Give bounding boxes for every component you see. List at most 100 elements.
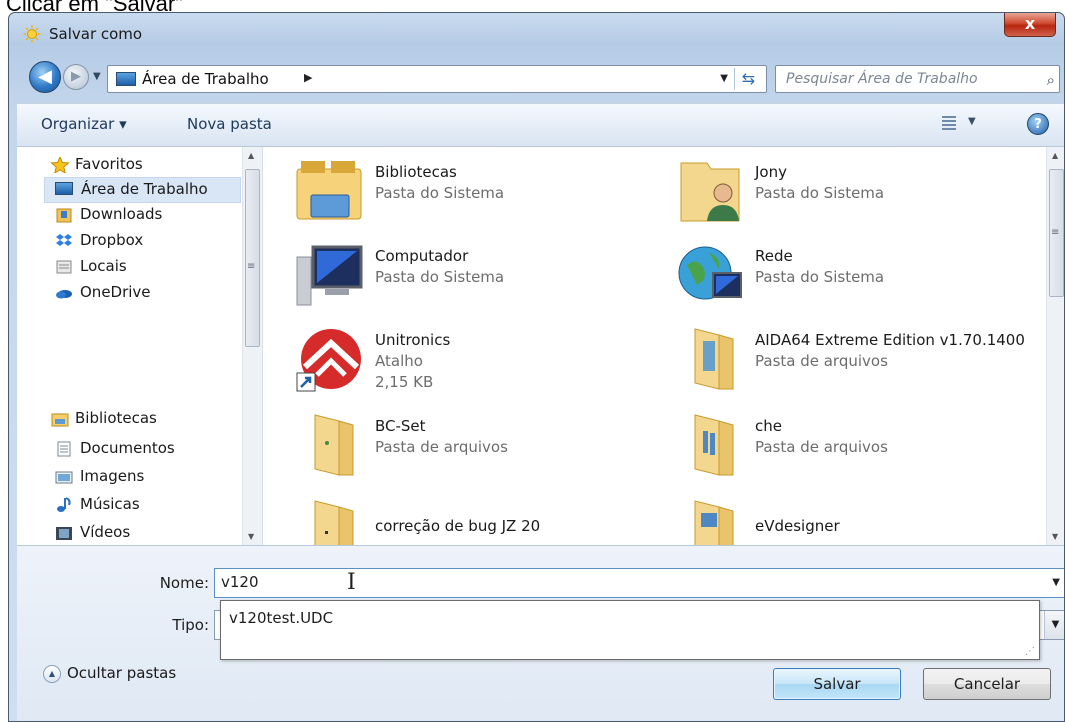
help-button[interactable]: ?	[1027, 113, 1049, 135]
help-icon: ?	[1034, 117, 1042, 132]
star-icon	[51, 157, 69, 173]
breadcrumb-arrow-icon[interactable]: ▶	[304, 71, 312, 84]
scrollbar-thumb[interactable]	[245, 169, 260, 347]
documents-icon	[57, 441, 71, 457]
sidebar-item-documentos[interactable]: Documentos	[17, 437, 239, 463]
resize-grip-icon[interactable]: ⋰	[1025, 646, 1035, 657]
file-item-unitronics[interactable]: Unitronics Atalho 2,15 KB	[265, 323, 655, 409]
forward-button[interactable]: ▶	[63, 64, 89, 90]
close-button[interactable]: x	[1004, 13, 1056, 37]
sidebar-item-label: Imagens	[80, 467, 145, 485]
back-button[interactable]: ◀	[29, 61, 61, 93]
sidebar-item-locais[interactable]: Locais	[17, 255, 239, 281]
hide-folders-toggle[interactable]: ▲ Ocultar pastas	[43, 664, 176, 683]
file-type: Pasta do Sistema	[375, 268, 505, 286]
navigation-pane: Favoritos Área de Trabalho Downloads Dro…	[17, 147, 263, 545]
sidebar-item-label: Bibliotecas	[75, 409, 157, 427]
file-item-computador[interactable]: Computador Pasta do Sistema	[265, 239, 655, 319]
images-icon	[55, 471, 73, 484]
cancel-button[interactable]: Cancelar	[923, 668, 1051, 700]
libraries-icon	[51, 413, 69, 427]
folder-icon	[694, 414, 734, 476]
save-button[interactable]: Salvar	[773, 668, 901, 700]
address-text[interactable]: Área de Trabalho	[142, 70, 269, 88]
chevron-up-icon: ▲	[43, 664, 61, 683]
change-view-button[interactable]: ▼	[942, 114, 986, 136]
organize-menu[interactable]: Organizar ▾	[41, 115, 127, 133]
autocomplete-dropdown: v120test.UDC ⋰	[220, 600, 1040, 660]
file-name: AIDA64 Extreme Edition v1.70.1400	[755, 331, 1025, 349]
libraries-folder-icon	[296, 161, 362, 220]
file-name-field[interactable]: v120 ▼	[214, 568, 1064, 598]
scroll-grip-icon: ≡	[247, 261, 256, 272]
address-bar[interactable]: Área de Trabalho ▶ ▼ ⇆	[107, 65, 767, 93]
new-folder-button[interactable]: Nova pasta	[187, 115, 272, 133]
sidebar-item-musicas[interactable]: Músicas	[17, 493, 239, 519]
address-dropdown-icon[interactable]: ▼	[720, 73, 728, 84]
onedrive-icon	[56, 290, 72, 299]
music-icon	[57, 497, 71, 512]
sidebar-item-imagens[interactable]: Imagens	[17, 465, 239, 491]
sidebar-item-label: Locais	[80, 257, 127, 275]
dropbox-icon	[56, 234, 72, 246]
forward-arrow-icon: ▶	[71, 69, 81, 84]
sidebar-item-favoritos[interactable]: Favoritos	[17, 153, 239, 179]
file-item-bibliotecas[interactable]: Bibliotecas Pasta do Sistema	[265, 155, 655, 235]
file-item-rede[interactable]: Rede Pasta do Sistema	[645, 239, 1035, 319]
file-name-dropdown-icon[interactable]: ▼	[1052, 577, 1060, 588]
scroll-down-icon[interactable]: ▼	[1052, 532, 1058, 541]
file-item-bc-set[interactable]: BC-Set Pasta de arquivos	[265, 409, 655, 489]
file-item-aida64[interactable]: AIDA64 Extreme Edition v1.70.1400 Pasta …	[645, 323, 1035, 403]
hide-folders-label: Ocultar pastas	[67, 664, 177, 682]
view-options-icon	[942, 116, 956, 130]
scroll-up-icon[interactable]: ▲	[1052, 151, 1058, 160]
sidebar-item-dropbox[interactable]: Dropbox	[17, 229, 239, 255]
view-dropdown-icon[interactable]: ▼	[968, 116, 976, 127]
title-bar[interactable]: Salvar como x	[9, 13, 1064, 55]
file-list: Bibliotecas Pasta do Sistema Jony Pasta …	[265, 147, 1064, 545]
scroll-down-icon[interactable]: ▼	[248, 532, 254, 541]
sidebar-item-label: Vídeos	[80, 523, 131, 541]
sidebar-item-bibliotecas[interactable]: Bibliotecas	[17, 407, 239, 433]
file-size: 2,15 KB	[375, 373, 434, 391]
file-name: eVdesigner	[755, 517, 840, 535]
file-type-dropdown-icon[interactable]: ▼	[1044, 611, 1064, 639]
file-type: Pasta do Sistema	[755, 184, 885, 202]
refresh-icon[interactable]: ⇆	[734, 68, 762, 90]
recent-locations-dropdown[interactable]: ▼	[93, 71, 101, 82]
user-folder-icon	[680, 162, 740, 222]
file-item-jony[interactable]: Jony Pasta do Sistema	[645, 155, 1035, 235]
sidebar-item-label: Downloads	[80, 205, 163, 223]
file-item-evdesigner[interactable]: eVdesigner	[645, 495, 1035, 545]
scroll-up-icon[interactable]: ▲	[248, 151, 254, 160]
text-cursor-icon: I	[347, 570, 356, 595]
file-type: Atalho	[375, 352, 423, 370]
file-type: Pasta de arquivos	[375, 438, 508, 456]
save-form: Nome: v120 ▼ I Tipo: ▼ v120test.UDC ⋰ ▲ O…	[17, 545, 1064, 721]
desktop-icon	[116, 72, 136, 86]
sidebar-item-videos[interactable]: Vídeos	[17, 521, 239, 547]
search-box[interactable]: Pesquisar Área de Trabalho ⌕	[775, 65, 1060, 93]
sidebar-scrollbar[interactable]: ▲ ≡ ▼	[242, 147, 262, 545]
scroll-grip-icon: ≡	[1051, 227, 1060, 238]
file-name: Computador	[375, 247, 469, 265]
file-name-label: Nome:	[159, 574, 209, 592]
videos-icon	[56, 527, 72, 540]
sidebar-item-label: Dropbox	[80, 231, 144, 249]
search-input[interactable]: Pesquisar Área de Trabalho	[786, 71, 978, 87]
file-name-value[interactable]: v120	[221, 573, 259, 591]
dialog-app-icon	[23, 25, 41, 43]
file-type: Pasta do Sistema	[755, 268, 885, 286]
sidebar-item-onedrive[interactable]: OneDrive	[17, 281, 239, 307]
sidebar-item-downloads[interactable]: Downloads	[17, 203, 239, 229]
sidebar-item-label: Área de Trabalho	[81, 180, 208, 198]
autocomplete-suggestion[interactable]: v120test.UDC	[229, 609, 333, 627]
window-title: Salvar como	[49, 25, 143, 43]
unitronics-shortcut-icon	[296, 329, 361, 392]
sidebar-item-area-de-trabalho[interactable]: Área de Trabalho	[44, 177, 241, 203]
content-panes: Favoritos Área de Trabalho Downloads Dro…	[17, 147, 1064, 545]
file-item-che[interactable]: che Pasta de arquivos	[645, 409, 1035, 489]
search-icon[interactable]: ⌕	[1047, 71, 1055, 89]
file-item-correcao-de-bug[interactable]: correção de bug JZ 20	[265, 495, 655, 545]
file-list-scrollbar[interactable]: ▲ ≡ ▼	[1046, 147, 1064, 545]
